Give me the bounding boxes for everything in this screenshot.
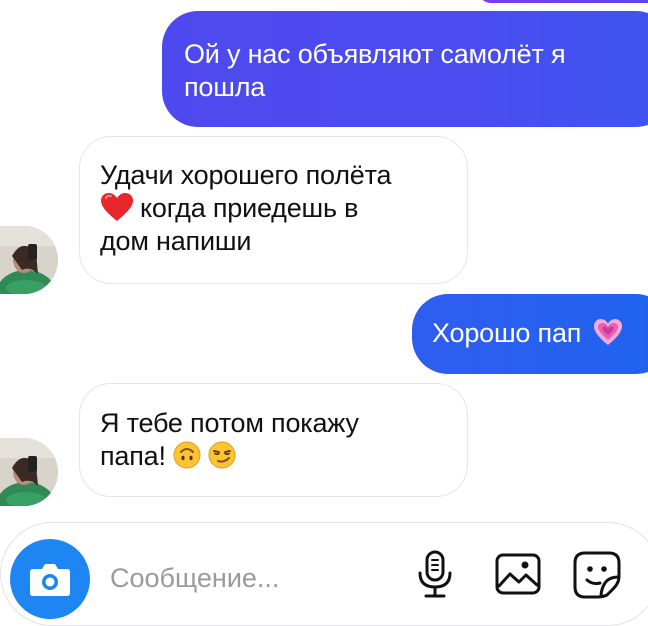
message-text-line: Удачи хорошего полёта: [100, 160, 392, 190]
upside-down-face-icon: [173, 441, 201, 469]
red-heart-icon: [101, 193, 133, 221]
sticker-icon: [573, 551, 621, 599]
message-text-line: папа!: [100, 441, 166, 471]
avatar[interactable]: [0, 226, 58, 294]
growing-heart-icon: [593, 319, 622, 345]
microphone-button[interactable]: [414, 550, 456, 605]
gallery-button[interactable]: [495, 553, 541, 600]
avatar[interactable]: [0, 438, 58, 506]
message-text-line: когда приедешь в: [140, 193, 359, 223]
camera-button[interactable]: [10, 539, 90, 619]
received-message-bubble[interactable]: Я тебе потом покажу папа!: [79, 383, 468, 497]
received-message-bubble[interactable]: Удачи хорошего полёта когда приедешь в д…: [79, 136, 468, 284]
message-text: Ой у нас объявляют самолёт я пошла: [184, 39, 566, 102]
microphone-icon: [418, 550, 452, 598]
sticker-button[interactable]: [573, 551, 621, 604]
message-text: Хорошо пап: [432, 318, 582, 348]
camera-icon: [30, 564, 70, 596]
smirking-face-icon: [208, 441, 236, 469]
previous-message-edge: [478, 0, 648, 3]
message-text-line: дом напиши: [100, 226, 252, 256]
gallery-icon: [495, 553, 541, 595]
message-text-line: Я тебе потом покажу: [100, 408, 359, 438]
sent-message-bubble[interactable]: Хорошо пап: [412, 294, 648, 374]
message-input[interactable]: [110, 558, 400, 598]
sent-message-bubble[interactable]: Ой у нас объявляют самолёт я пошла: [162, 11, 648, 127]
